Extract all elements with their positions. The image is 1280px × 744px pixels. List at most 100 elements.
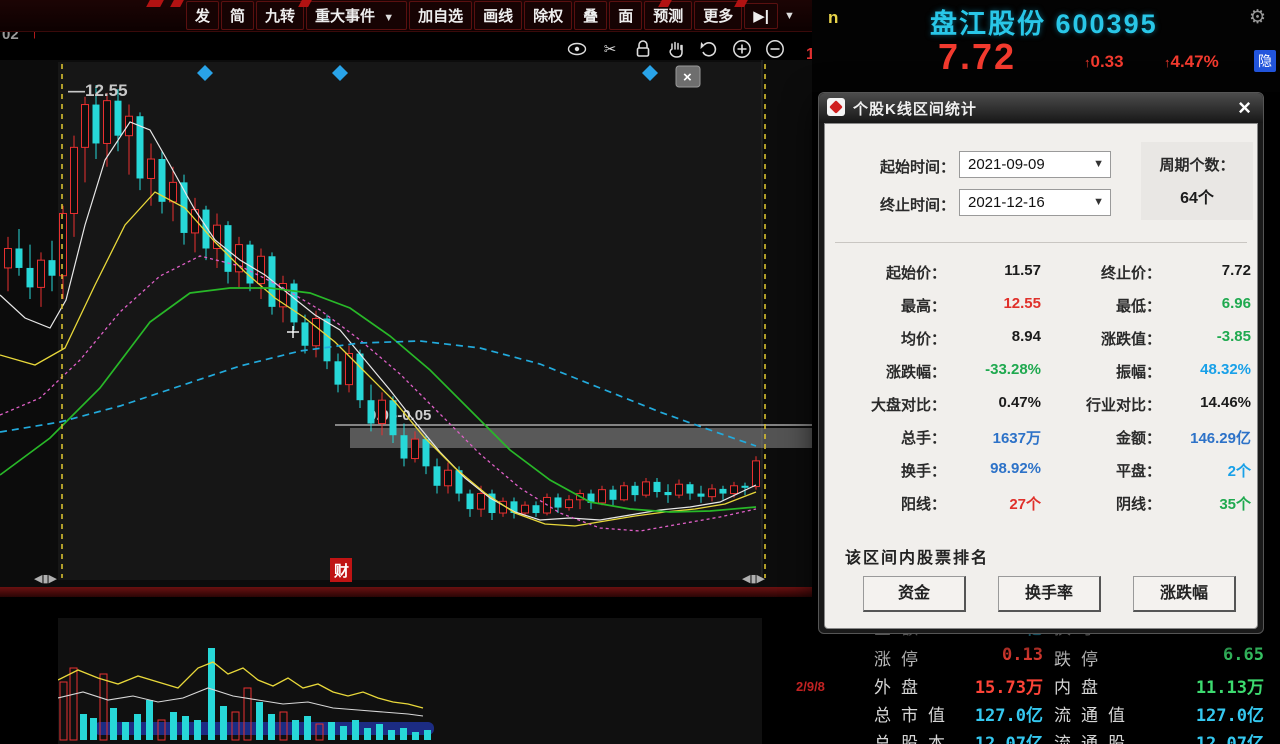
stat-value: -3.85 [1156,328,1251,345]
stat-value: 0.47% [946,394,1041,411]
volume-chart[interactable] [58,618,762,744]
stat-value: 6.96 [1156,295,1251,312]
toolbar-item-mian[interactable]: 面 [609,1,642,30]
kline-chart[interactable]: 0.05-0.05 —12.55 × ◀▮▶ ◀▮▶ 财 [0,60,812,587]
stat-value: 14.46% [1156,394,1251,411]
stat-label: 总手： [826,427,946,448]
scissors-icon[interactable]: ✂ [599,38,621,60]
stat-value: 35个 [1156,493,1251,514]
quote-value: 6.65 [1148,645,1264,665]
n-badge: n [828,8,838,28]
chart-divider [0,587,812,597]
divider [835,242,1247,243]
rank-by-funds-button[interactable]: 资金 [863,576,966,612]
stats-row: 均价：8.94涨跌值：-3.85 [825,328,1257,352]
stats-row: 大盘对比：0.47%行业对比：14.46% [825,394,1257,418]
stat-value: 48.32% [1156,361,1251,378]
stat-label: 均价： [826,328,946,349]
toolbar-item-major-events[interactable]: 重大事件 ▼ [306,1,407,30]
stats-row: 最高：12.55最低：6.96 [825,295,1257,319]
app-window: 发 简 九转 重大事件 ▼ 加自选 画线 除权 叠 面 预测 更多 ▶| ▼ ✂… [0,0,1280,744]
eye-icon[interactable] [566,38,588,60]
last-price: 7.72 [938,36,1016,78]
quote-value: 11.13万 [1148,673,1264,698]
quote-label: 外盘 [874,673,928,698]
toolbar-item-exright[interactable]: 除权 [524,1,572,30]
stat-value: 8.94 [946,328,1041,345]
toolbar-item-jiuzhuan[interactable]: 九转 [256,1,304,30]
start-date-select[interactable]: 2021-09-09 ▼ [959,151,1111,178]
stat-label: 行业对比： [1041,394,1161,415]
kline-range-stats-dialog: 个股K线区间统计 × 起始时间： 2021-09-09 ▼ 终止时间： 2021… [818,92,1264,634]
quote-value: 15.73万 [928,673,1043,698]
stat-value: 27个 [946,493,1041,514]
zoom-out-icon[interactable] [764,38,786,60]
lock-icon[interactable] [632,38,654,60]
svg-text:×: × [683,69,692,86]
svg-text:0.05-0.05: 0.05-0.05 [368,407,431,424]
stats-row: 总手：1637万金额：146.29亿 [825,427,1257,451]
price-change-pct: ↑4.47% [1164,52,1219,72]
close-icon[interactable]: × [1238,95,1251,121]
quote-label: 跌停 [1054,645,1108,670]
stat-label: 大盘对比： [826,394,946,415]
stat-value: -33.28% [946,361,1041,378]
rank-by-change-button[interactable]: 涨跌幅 [1133,576,1236,612]
rank-by-turnover-button[interactable]: 换手率 [998,576,1101,612]
end-date-label: 终止时间： [825,194,955,215]
toolbar-item-add-watchlist[interactable]: 加自选 [409,1,472,30]
chevron-down-icon[interactable]: ▼ [379,12,398,24]
quote-row: 外盘15.73万内盘 11.13万 [818,673,1268,700]
dialog-titlebar[interactable]: 个股K线区间统计 × [819,93,1263,123]
chevron-down-icon[interactable]: ▼ [1093,158,1104,170]
svg-text:—12.55: —12.55 [68,81,128,100]
stats-row: 阳线：27个阴线：35个 [825,493,1257,517]
stat-label: 最高： [826,295,946,316]
start-date-value: 2021-09-09 [968,156,1045,173]
dialog-icon [827,98,845,116]
quote-label: 涨停 [874,645,928,670]
chevron-down-icon[interactable]: ▼ [1093,196,1104,208]
quote-label: 内盘 [1054,673,1108,698]
hand-icon[interactable] [665,38,687,60]
zoom-in-icon[interactable] [731,38,753,60]
undo-icon[interactable] [698,38,720,60]
stats-row: 起始价：11.57终止价：7.72 [825,262,1257,286]
stat-label: 金额： [1041,427,1161,448]
quote-label: 流通股 [1054,729,1135,744]
toolbar-item-label: 重大事件 [315,8,375,25]
period-count-value: 64个 [1141,184,1253,208]
stat-label: 换手： [826,460,946,481]
quote-value: 127.0亿 [928,701,1043,726]
stat-label: 阳线： [826,493,946,514]
price-change: ↑0.33 [1084,52,1124,72]
jump-end-icon[interactable]: ▶| [744,3,778,29]
gear-icon[interactable]: ⚙ [1249,6,1266,29]
stats-row: 换手：98.92%平盘：2个 [825,460,1257,484]
quote-value: 12.07亿 [928,729,1043,744]
chart-tools: ✂ [566,36,786,62]
toolbar-item-draw-line[interactable]: 画线 [474,1,522,30]
svg-text:◀▮▶: ◀▮▶ [34,573,58,585]
stat-label: 起始价： [826,262,946,283]
svg-text:财: 财 [334,562,349,580]
stat-label: 阴线： [1041,493,1161,514]
stat-value: 1637万 [946,427,1041,448]
period-count-box: 周期个数： 64个 [1141,142,1253,220]
stat-label: 振幅： [1041,361,1161,382]
start-date-label: 起始时间： [825,156,955,177]
quote-row: 涨停0.13 跌停 6.65 [818,645,1268,672]
svg-text:◀▮▶: ◀▮▶ [742,573,766,585]
blue-badge[interactable]: 隐 [1254,50,1276,72]
price-change-pct-value: 4.47% [1171,52,1219,71]
chevron-down-icon[interactable]: ▼ [780,10,799,22]
period-count-label: 周期个数： [1141,154,1253,175]
quote-value: 0.13 [928,645,1043,665]
end-date-select[interactable]: 2021-12-16 ▼ [959,189,1111,216]
toolbar-item-overlay[interactable]: 叠 [574,1,607,30]
dialog-body: 起始时间： 2021-09-09 ▼ 终止时间： 2021-12-16 ▼ 周期… [824,123,1258,629]
toolbar-item-jian[interactable]: 简 [221,1,254,30]
quote-value: 12.07亿 [1148,729,1264,744]
stat-label: 平盘： [1041,460,1161,481]
toolbar-item-fa[interactable]: 发 [186,1,219,30]
